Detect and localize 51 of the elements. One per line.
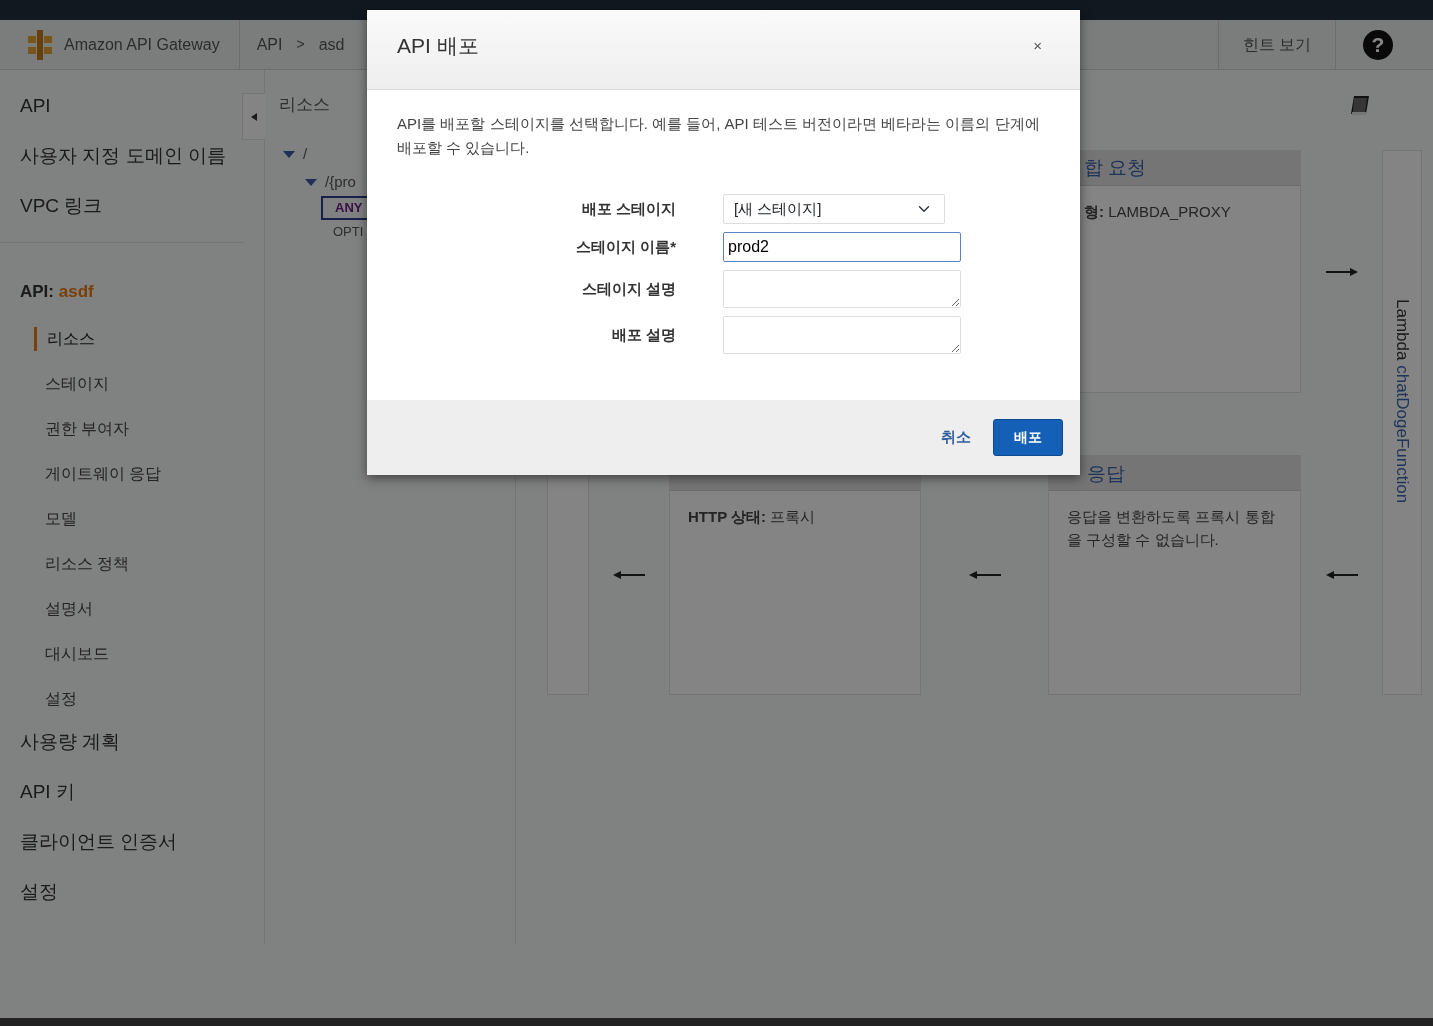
- left-arrow-icon: [968, 569, 1001, 581]
- sidebar-subitem[interactable]: 리소스: [34, 326, 264, 351]
- sidebar-subitem[interactable]: 스테이지: [0, 371, 264, 396]
- close-button[interactable]: ×: [1025, 34, 1050, 57]
- sidebar-item[interactable]: 사용량 계획: [0, 727, 264, 756]
- gateway-logo-icon: [26, 29, 54, 60]
- input-field[interactable]: prod2: [723, 232, 961, 262]
- field-label: 스테이지 이름*: [575, 236, 676, 257]
- sidebar-subitem[interactable]: 모델: [0, 506, 264, 531]
- help-icon[interactable]: ?: [1363, 29, 1393, 60]
- dialog-title: API 배포: [397, 33, 479, 59]
- lambda-function-label[interactable]: Lambda chatDogeFunction: [1389, 151, 1415, 504]
- sidebar-subitem[interactable]: 설명서: [0, 596, 264, 621]
- sidebar-subitem[interactable]: 게이트웨이 응답: [0, 461, 264, 486]
- left-arrow-icon: [613, 569, 645, 581]
- resource-path[interactable]: /: [303, 142, 308, 166]
- hint-link[interactable]: 힌트 보기: [1242, 32, 1311, 57]
- sidebar-item[interactable]: 설정: [0, 877, 264, 906]
- stage-select[interactable]: [새 스테이지]: [723, 194, 945, 224]
- status-text: HTTP 상태: 프록시: [687, 507, 817, 527]
- caret-left-icon: [251, 112, 257, 121]
- integration-type-text: 형: LAMBDA_PROXY: [1083, 202, 1232, 222]
- sidebar-item[interactable]: 사용자 지정 도메인 이름: [0, 142, 264, 170]
- breadcrumb-link[interactable]: asd: [318, 32, 345, 57]
- sidebar-item[interactable]: VPC 링크: [0, 192, 264, 220]
- field-label: 배포 스테이지: [580, 198, 676, 219]
- cancel-link[interactable]: 취소: [941, 426, 971, 449]
- sidebar-subitem[interactable]: 권한 부여자: [0, 416, 264, 441]
- collapse-tab[interactable]: [242, 93, 265, 140]
- breadcrumb-link[interactable]: API: [256, 32, 283, 57]
- deploy-button[interactable]: 배포: [993, 419, 1063, 456]
- panel-title[interactable]: 응답: [1087, 459, 1125, 488]
- right-arrow-icon: [1325, 265, 1358, 278]
- expand-triangle-icon[interactable]: [305, 178, 317, 186]
- field-label: 스테이지 설명: [580, 278, 676, 299]
- sidebar-subitem[interactable]: 리소스 정책: [0, 551, 264, 576]
- sidebar-subitem[interactable]: 대시보드: [0, 641, 264, 666]
- field-label: 배포 설명: [610, 324, 676, 345]
- book-icon[interactable]: [1349, 94, 1371, 116]
- sidebar-item[interactable]: 클라이언트 인증서: [0, 827, 264, 856]
- api-heading: API: asdf: [19, 281, 95, 303]
- expand-triangle-icon[interactable]: [283, 150, 295, 158]
- sidebar-item[interactable]: API 키: [0, 777, 264, 806]
- resource-path[interactable]: /{pro: [325, 170, 356, 194]
- panel-title: 리소스: [279, 94, 330, 117]
- description-text: API를 배포할 스테이지를 선택합니다. 예를 들어, API 테스트 버전이라면 베타라는 이름의 단계에 배포할 수 있습니다.: [397, 114, 1041, 158]
- left-arrow-icon: [1325, 569, 1358, 581]
- sidebar-subitem[interactable]: 설정: [0, 686, 264, 711]
- product-name[interactable]: Amazon API Gateway: [64, 32, 220, 57]
- note-text: 응답을 변환하도록 프록시 통합을 구성할 수 없습니다.: [1066, 507, 1276, 550]
- breadcrumb-separator: >: [296, 35, 305, 54]
